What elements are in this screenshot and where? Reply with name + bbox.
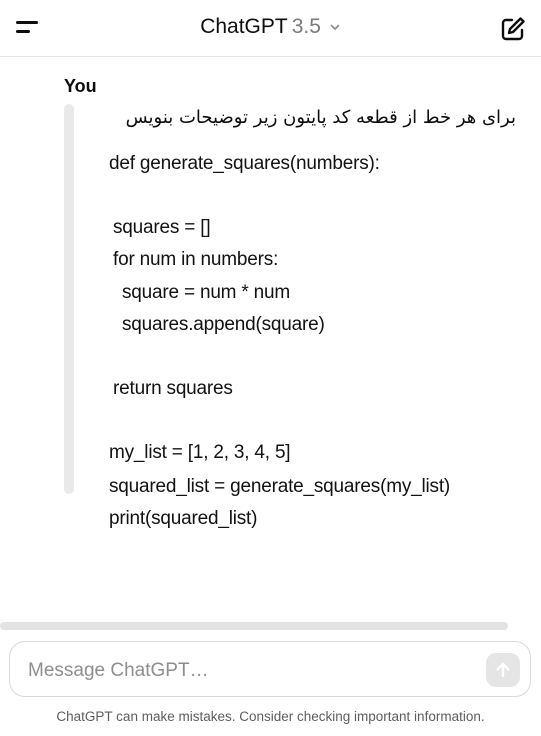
new-chat-icon — [501, 17, 525, 41]
code-line: squares = [] — [113, 217, 211, 238]
message-author: You — [64, 76, 97, 96]
code-line: return squares — [113, 378, 233, 399]
horizontal-scrollbar[interactable] — [0, 622, 508, 630]
arrow-up-icon — [496, 662, 510, 678]
disclaimer-text: ChatGPT can make mistakes. Consider chec… — [56, 709, 485, 724]
app-title: ChatGPT — [200, 15, 288, 38]
message-accent-bar — [64, 104, 74, 494]
code-line: my_list = [1, 2, 3, 4, 5] — [109, 442, 291, 463]
code-line: square = num * num — [122, 282, 291, 303]
code-line: squares.append(square) — [122, 314, 325, 335]
model-selector[interactable]: ChatGPT 3.5 — [0, 14, 541, 40]
message-composer — [9, 641, 531, 697]
chevron-down-icon — [329, 14, 341, 40]
message-input[interactable] — [26, 658, 470, 684]
code-line: def generate_squares(numbers): — [109, 153, 380, 174]
message-prompt-text: برای هر خط از قطعه کد پایتون زیر توضیحات… — [125, 107, 516, 128]
new-chat-button[interactable] — [499, 15, 527, 43]
send-button[interactable] — [486, 653, 520, 687]
code-line: print(squared_list) — [109, 508, 258, 529]
code-line: for num in numbers: — [113, 249, 279, 270]
model-version: 3.5 — [291, 15, 321, 38]
code-line: squared_list = generate_squares(my_list) — [109, 476, 451, 497]
top-bar: ChatGPT 3.5 — [0, 0, 541, 57]
